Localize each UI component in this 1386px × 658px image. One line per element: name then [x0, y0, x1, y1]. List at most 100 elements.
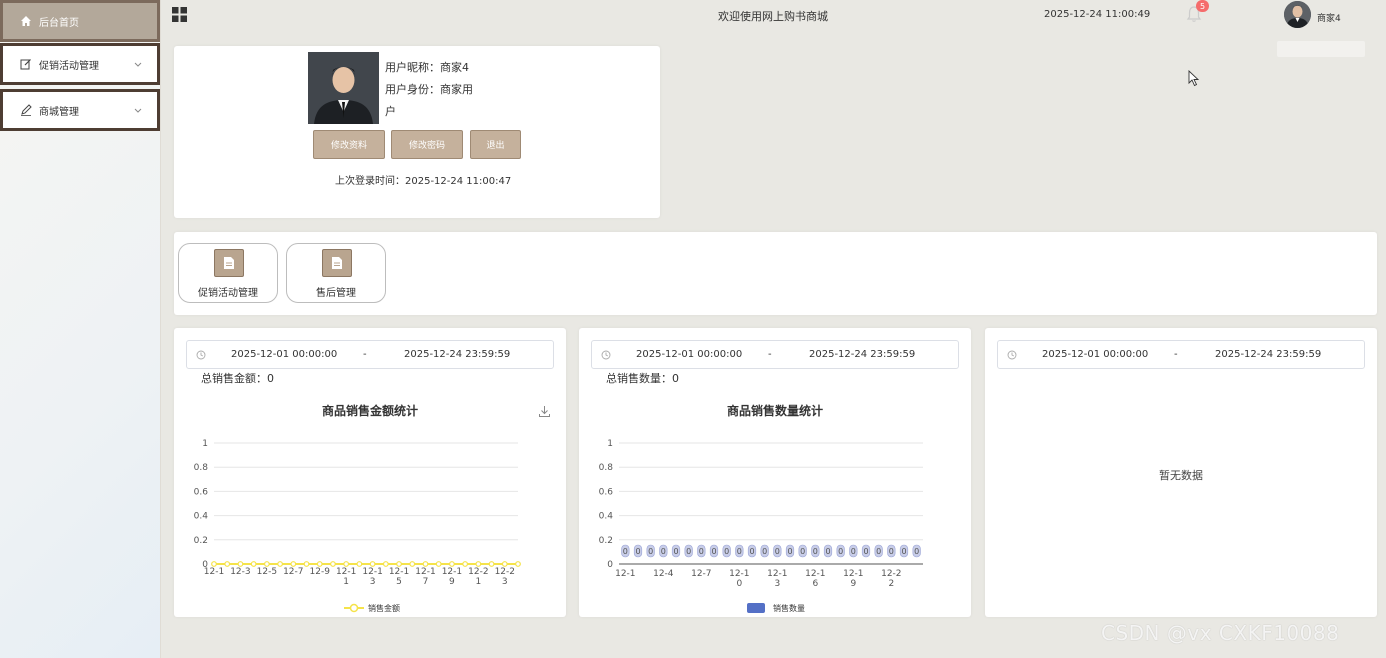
x-tick-label: 12-1: [843, 569, 863, 579]
role-text-wrap: 户: [385, 105, 396, 118]
x-tick-label: 12-4: [653, 569, 674, 579]
legend-label: 销售数量: [773, 603, 805, 613]
y-tick-label: 0.6: [194, 487, 209, 497]
data-label: 0: [838, 547, 843, 556]
data-label: 0: [699, 547, 704, 556]
sidebar-item-home[interactable]: 后台首页: [0, 0, 160, 42]
quick-link-label: 促销活动管理: [198, 288, 258, 299]
y-tick-label: 0.8: [599, 463, 614, 473]
x-tick-label: 12-1: [442, 567, 462, 577]
data-label: 0: [724, 547, 729, 556]
clock-icon: [1007, 350, 1017, 360]
sidebar-item-mall[interactable]: 商城管理: [0, 89, 160, 131]
range-separator: -: [363, 349, 367, 360]
x-tick-label: 12-1: [615, 569, 635, 579]
data-label: 0: [825, 547, 830, 556]
y-tick-label: 0.2: [599, 536, 613, 546]
x-tick-label: 12-1: [204, 567, 224, 577]
x-tick-label: 9: [449, 577, 455, 587]
x-tick-label: 12-1: [729, 569, 749, 579]
document-icon: [214, 249, 244, 277]
chevron-down-icon: [134, 62, 142, 67]
x-tick-label: 12-1: [767, 569, 787, 579]
x-tick-label: 12-1: [389, 567, 409, 577]
x-tick-label: 12-2: [881, 569, 901, 579]
data-point: [224, 561, 231, 567]
data-point: [501, 561, 508, 567]
total-sales-amount: 总销售金额：0: [201, 372, 274, 385]
data-label: 0: [661, 547, 666, 556]
data-label: 0: [737, 547, 742, 556]
data-label: 0: [863, 547, 868, 556]
quick-link-promotion[interactable]: 促销活动管理: [178, 243, 278, 303]
logout-button[interactable]: 退出: [470, 130, 521, 159]
range-end: 2025-12-24 23:59:59: [404, 349, 511, 360]
range-end: 2025-12-24 23:59:59: [809, 349, 916, 360]
date-range-picker[interactable]: 2025-12-01 00:00:00 - 2025-12-24 23:59:5…: [186, 340, 554, 369]
quick-link-aftersales[interactable]: 售后管理: [286, 243, 386, 303]
data-point: [382, 561, 389, 567]
chevron-down-icon: [134, 108, 142, 113]
range-start: 2025-12-01 00:00:00: [1042, 349, 1149, 360]
data-label: 0: [686, 547, 691, 556]
x-tick-label: 12-1: [362, 567, 382, 577]
data-label: 0: [635, 547, 640, 556]
x-tick-label: 12-5: [257, 567, 277, 577]
data-point: [488, 561, 495, 567]
data-label: 0: [901, 547, 906, 556]
third-stat-card: 2025-12-01 00:00:00 - 2025-12-24 23:59:5…: [985, 328, 1377, 617]
range-start: 2025-12-01 00:00:00: [231, 349, 338, 360]
range-separator: -: [1174, 349, 1178, 360]
username[interactable]: 商家4: [1317, 11, 1341, 24]
x-tick-label: 2: [888, 579, 894, 589]
y-tick-label: 0: [607, 560, 613, 570]
sidebar-item-promotion[interactable]: 促销活动管理: [0, 43, 160, 85]
x-tick-label: 12-9: [310, 567, 331, 577]
x-tick-label: 9: [850, 579, 856, 589]
data-point: [303, 561, 310, 567]
date-range-picker[interactable]: 2025-12-01 00:00:00 - 2025-12-24 23:59:5…: [997, 340, 1365, 369]
y-tick-label: 0.8: [194, 463, 209, 473]
data-point: [263, 561, 270, 567]
data-point: [316, 561, 323, 567]
data-point: [356, 561, 363, 567]
clock-icon: [601, 350, 611, 360]
legend-label: 销售金额: [368, 603, 400, 613]
edit-icon: [19, 57, 33, 71]
profile-photo: [308, 52, 379, 124]
data-label: 0: [800, 547, 805, 556]
data-point: [409, 561, 416, 567]
avatar[interactable]: [1284, 1, 1311, 28]
y-tick-label: 0.4: [194, 512, 209, 522]
range-start: 2025-12-01 00:00:00: [636, 349, 743, 360]
download-icon[interactable]: [538, 405, 551, 418]
quick-links-panel: 促销活动管理 售后管理: [174, 232, 1377, 315]
sidebar-item-label: 促销活动管理: [39, 60, 99, 72]
date-range-picker[interactable]: 2025-12-01 00:00:00 - 2025-12-24 23:59:5…: [591, 340, 959, 369]
y-tick-label: 1: [202, 439, 208, 449]
data-label: 0: [914, 547, 919, 556]
data-label: 0: [889, 547, 894, 556]
welcome-text: 欢迎使用网上购书商城: [718, 10, 828, 23]
grid-menu-icon[interactable]: [171, 6, 188, 23]
pen-icon: [19, 103, 33, 117]
x-tick-label: 12-1: [415, 567, 435, 577]
data-label: 0: [749, 547, 754, 556]
data-label: 0: [851, 547, 856, 556]
data-label: 0: [711, 547, 716, 556]
data-point: [475, 561, 482, 567]
legend-marker: [349, 603, 359, 613]
data-label: 0: [876, 547, 881, 556]
chart-title: 商品销售金额统计: [321, 404, 418, 418]
y-tick-label: 1: [607, 439, 613, 449]
data-point: [250, 561, 257, 567]
watermark: CSDN @vx CXKF10088: [1101, 621, 1340, 645]
edit-profile-button[interactable]: 修改资料: [313, 130, 385, 159]
change-password-button[interactable]: 修改密码: [391, 130, 463, 159]
data-point: [515, 561, 521, 567]
data-point: [343, 561, 350, 567]
x-tick-label: 12-7: [283, 567, 303, 577]
x-tick-label: 3: [774, 579, 780, 589]
data-point: [211, 561, 217, 567]
clock-icon: [196, 350, 206, 360]
